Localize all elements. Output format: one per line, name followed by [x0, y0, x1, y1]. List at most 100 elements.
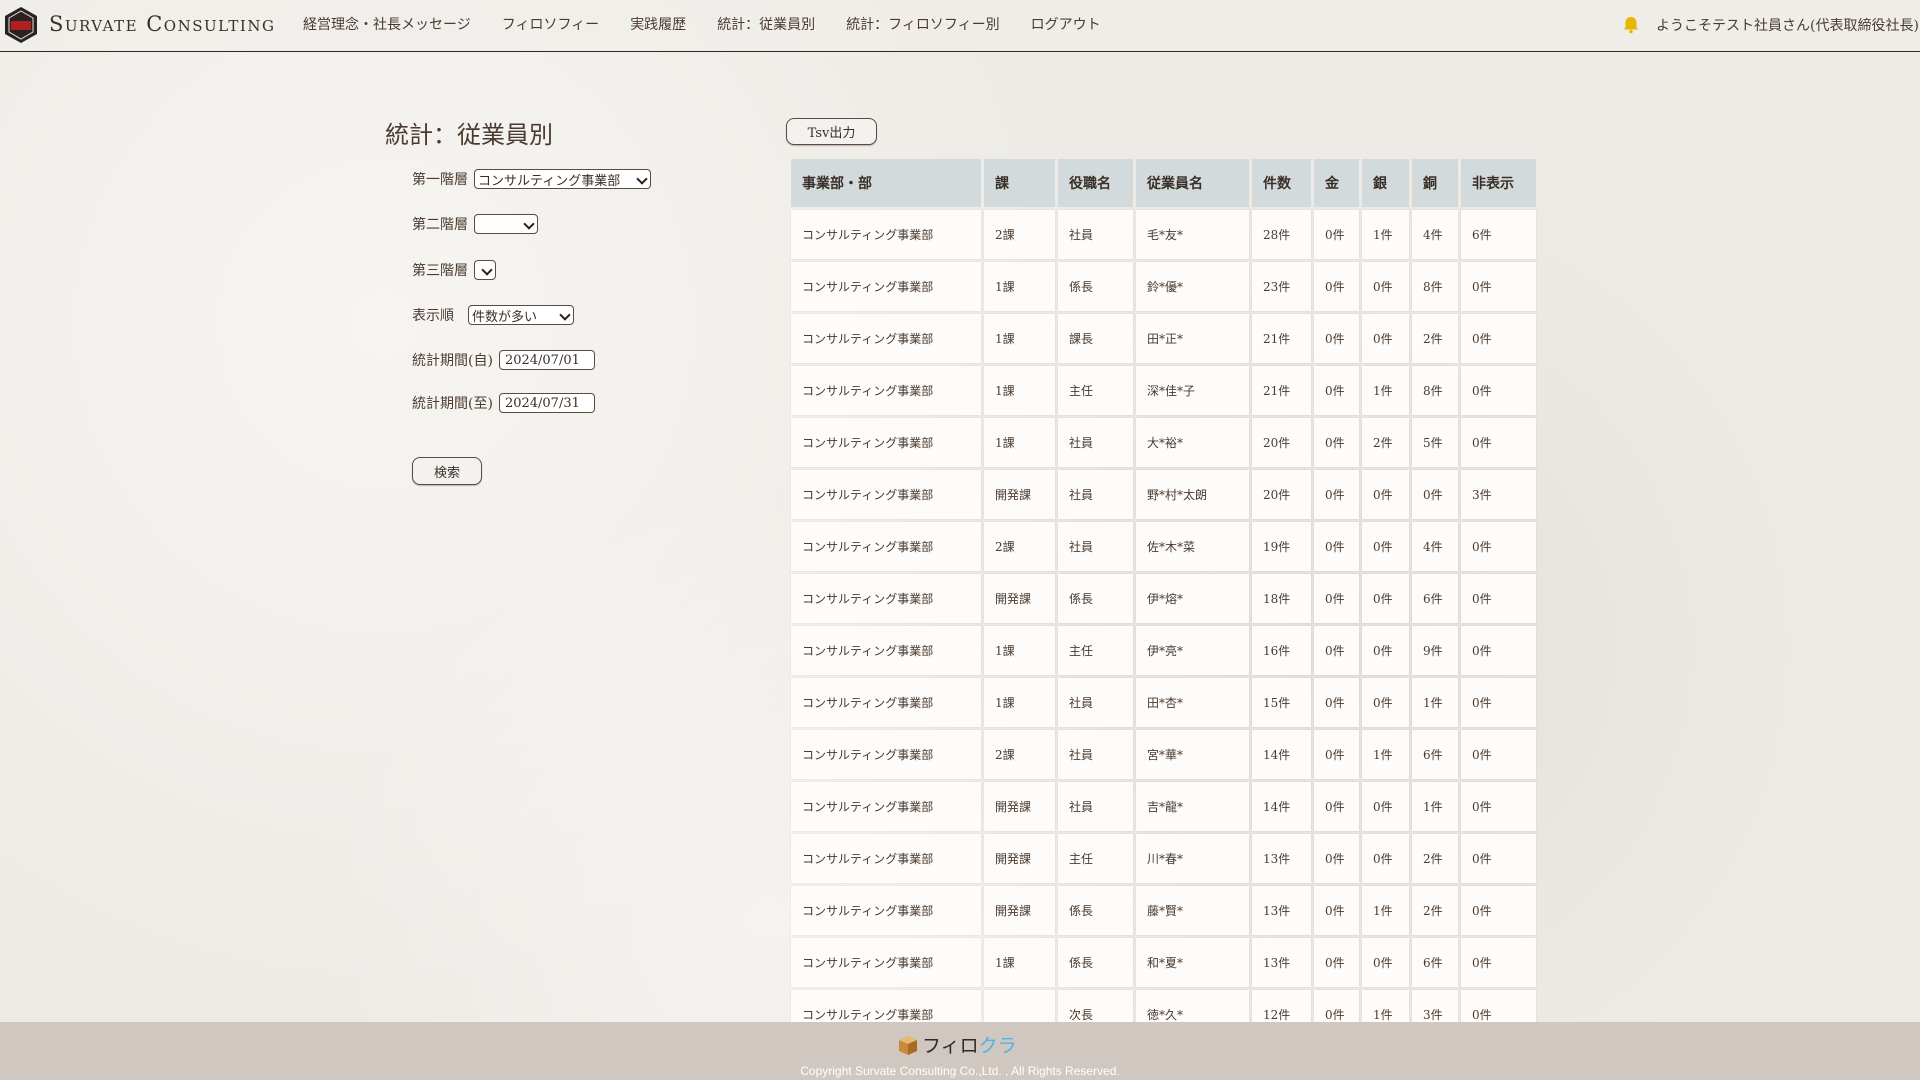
cell-position: 係長 — [1058, 938, 1133, 987]
col-header-gold[interactable]: 金 — [1314, 159, 1359, 207]
table-row[interactable]: コンサルティング事業部 1課 課長 田*正* 21件 0件 0件 2件 0件 — [791, 314, 1536, 363]
col-header-bronze[interactable]: 銅 — [1412, 159, 1458, 207]
table-row[interactable]: コンサルティング事業部 1課 主任 伊*亮* 16件 0件 0件 9件 0件 — [791, 626, 1536, 675]
cell-position: 次長 — [1058, 990, 1133, 1022]
level3-select[interactable] — [474, 260, 496, 280]
period-to-input[interactable]: 2024/07/31 — [498, 393, 595, 413]
cell-section: 1課 — [984, 938, 1055, 987]
cell-section: 2課 — [984, 522, 1055, 571]
cell-section: 開発課 — [984, 886, 1055, 935]
cell-position: 社員 — [1058, 782, 1133, 831]
company-emblem-icon[interactable] — [3, 6, 39, 44]
cell-division: コンサルティング事業部 — [791, 262, 981, 311]
cell-section: 開発課 — [984, 834, 1055, 883]
cell-bronze: 9件 — [1412, 626, 1458, 675]
table-row[interactable]: コンサルティング事業部 開発課 係長 伊*熔* 18件 0件 0件 6件 0件 — [791, 574, 1536, 623]
nav-logout[interactable]: ログアウト — [1031, 14, 1101, 34]
cell-position: 係長 — [1058, 886, 1133, 935]
cell-gold: 0件 — [1314, 886, 1359, 935]
table-row[interactable]: コンサルティング事業部 次長 徳*久* 12件 0件 1件 3件 0件 — [791, 990, 1536, 1022]
cell-section: 1課 — [984, 626, 1055, 675]
cell-division: コンサルティング事業部 — [791, 834, 981, 883]
cell-hidden: 0件 — [1461, 522, 1536, 571]
filter-level2-row: 第二階層 — [412, 214, 538, 234]
table-row[interactable]: コンサルティング事業部 2課 社員 毛*友* 28件 0件 1件 4件 6件 — [791, 210, 1536, 259]
table-row[interactable]: コンサルティング事業部 開発課 主任 川*春* 13件 0件 0件 2件 0件 — [791, 834, 1536, 883]
cell-employee-name: 和*夏* — [1136, 938, 1249, 987]
cell-gold: 0件 — [1314, 418, 1359, 467]
nav-philosophy-message[interactable]: 経営理念・社長メッセージ — [303, 14, 471, 34]
table-row[interactable]: コンサルティング事業部 開発課 社員 吉*龍* 14件 0件 0件 1件 0件 — [791, 782, 1536, 831]
table-row[interactable]: コンサルティング事業部 1課 主任 深*佳*子 21件 0件 1件 8件 0件 — [791, 366, 1536, 415]
table-row[interactable]: コンサルティング事業部 開発課 社員 野*村*太朗 20件 0件 0件 0件 3件 — [791, 470, 1536, 519]
cell-count: 16件 — [1252, 626, 1311, 675]
cell-employee-name: 川*春* — [1136, 834, 1249, 883]
table-row[interactable]: コンサルティング事業部 1課 社員 大*裕* 20件 0件 2件 5件 0件 — [791, 418, 1536, 467]
col-header-silver[interactable]: 銀 — [1362, 159, 1409, 207]
table-row[interactable]: コンサルティング事業部 1課 社員 田*杏* 15件 0件 0件 1件 0件 — [791, 678, 1536, 727]
table-row[interactable]: コンサルティング事業部 開発課 係長 藤*賢* 13件 0件 1件 2件 0件 — [791, 886, 1536, 935]
level1-select[interactable]: コンサルティング事業部 — [474, 169, 651, 189]
col-header-division[interactable]: 事業部・部 — [791, 159, 981, 207]
col-header-hidden[interactable]: 非表示 — [1461, 159, 1536, 207]
order-selected-value: 件数が多い — [472, 309, 538, 325]
cell-division: コンサルティング事業部 — [791, 782, 981, 831]
cell-employee-name: 宮*華* — [1136, 730, 1249, 779]
cell-section: 1課 — [984, 366, 1055, 415]
cell-bronze: 0件 — [1412, 470, 1458, 519]
cell-division: コンサルティング事業部 — [791, 366, 981, 415]
table-header-row: 事業部・部 課 役職名 従業員名 件数 金 銀 銅 非表示 — [791, 159, 1536, 207]
table-row[interactable]: コンサルティング事業部 2課 社員 宮*華* 14件 0件 1件 6件 0件 — [791, 730, 1536, 779]
cell-bronze: 1件 — [1412, 782, 1458, 831]
cell-employee-name: 大*裕* — [1136, 418, 1249, 467]
table-row[interactable]: コンサルティング事業部 1課 係長 和*夏* 13件 0件 0件 6件 0件 — [791, 938, 1536, 987]
col-header-employee-name[interactable]: 従業員名 — [1136, 159, 1249, 207]
level3-label: 第三階層 — [412, 263, 468, 279]
cell-bronze: 8件 — [1412, 366, 1458, 415]
cell-employee-name: 吉*龍* — [1136, 782, 1249, 831]
company-logo-text[interactable]: Survate Consulting — [49, 12, 275, 36]
table-body: コンサルティング事業部 2課 社員 毛*友* 28件 0件 1件 4件 6件 コンサルティング事業… — [791, 210, 1536, 1022]
order-select[interactable]: 件数が多い — [468, 305, 574, 325]
cell-division: コンサルティング事業部 — [791, 730, 981, 779]
cell-position: 社員 — [1058, 522, 1133, 571]
cell-section: 開発課 — [984, 470, 1055, 519]
cell-count: 19件 — [1252, 522, 1311, 571]
cell-position: 主任 — [1058, 834, 1133, 883]
search-button[interactable]: 検索 — [412, 457, 482, 485]
table-row[interactable]: コンサルティング事業部 1課 係長 鈴*優* 23件 0件 0件 8件 0件 — [791, 262, 1536, 311]
cell-division: コンサルティング事業部 — [791, 574, 981, 623]
cell-section: 2課 — [984, 730, 1055, 779]
cell-bronze: 2件 — [1412, 314, 1458, 363]
cell-employee-name: 藤*賢* — [1136, 886, 1249, 935]
cell-count: 12件 — [1252, 990, 1311, 1022]
nav-stats-by-employee[interactable]: 統計：従業員別 — [717, 14, 815, 34]
level2-select[interactable] — [474, 214, 538, 234]
employee-stats-table-container[interactable]: 事業部・部 課 役職名 従業員名 件数 金 銀 銅 非表示 コンサルティング事業… — [788, 156, 1540, 1022]
cell-gold: 0件 — [1314, 262, 1359, 311]
period-from-input[interactable]: 2024/07/01 — [498, 350, 595, 370]
cell-silver: 0件 — [1362, 782, 1409, 831]
col-header-count[interactable]: 件数 — [1252, 159, 1311, 207]
cell-employee-name: 深*佳*子 — [1136, 366, 1249, 415]
table-row[interactable]: コンサルティング事業部 2課 社員 佐*木*菜 19件 0件 0件 4件 0件 — [791, 522, 1536, 571]
nav-stats-by-philosophy[interactable]: 統計：フィロソフィー別 — [846, 14, 999, 34]
cell-count: 15件 — [1252, 678, 1311, 727]
tsv-export-button[interactable]: Tsv出力 — [786, 118, 877, 145]
cell-section: 1課 — [984, 314, 1055, 363]
nav-philosophy[interactable]: フィロソフィー — [502, 14, 599, 34]
cell-hidden: 0件 — [1461, 626, 1536, 675]
cell-hidden: 0件 — [1461, 366, 1536, 415]
cell-count: 28件 — [1252, 210, 1311, 259]
col-header-position[interactable]: 役職名 — [1058, 159, 1133, 207]
employee-stats-table: 事業部・部 課 役職名 従業員名 件数 金 銀 銅 非表示 コンサルティング事業… — [788, 156, 1539, 1022]
bell-icon[interactable] — [1621, 15, 1641, 35]
col-header-section[interactable]: 課 — [984, 159, 1055, 207]
nav-practice-history[interactable]: 実践履歴 — [630, 14, 686, 34]
cell-position: 社員 — [1058, 418, 1133, 467]
cell-bronze: 6件 — [1412, 730, 1458, 779]
welcome-message: ようこそテスト社員さん(代表取締役社長) — [1656, 18, 1919, 34]
cell-position: 係長 — [1058, 262, 1133, 311]
cell-bronze: 6件 — [1412, 574, 1458, 623]
filter-period-from-row: 統計期間(自) 2024/07/01 — [412, 350, 595, 370]
